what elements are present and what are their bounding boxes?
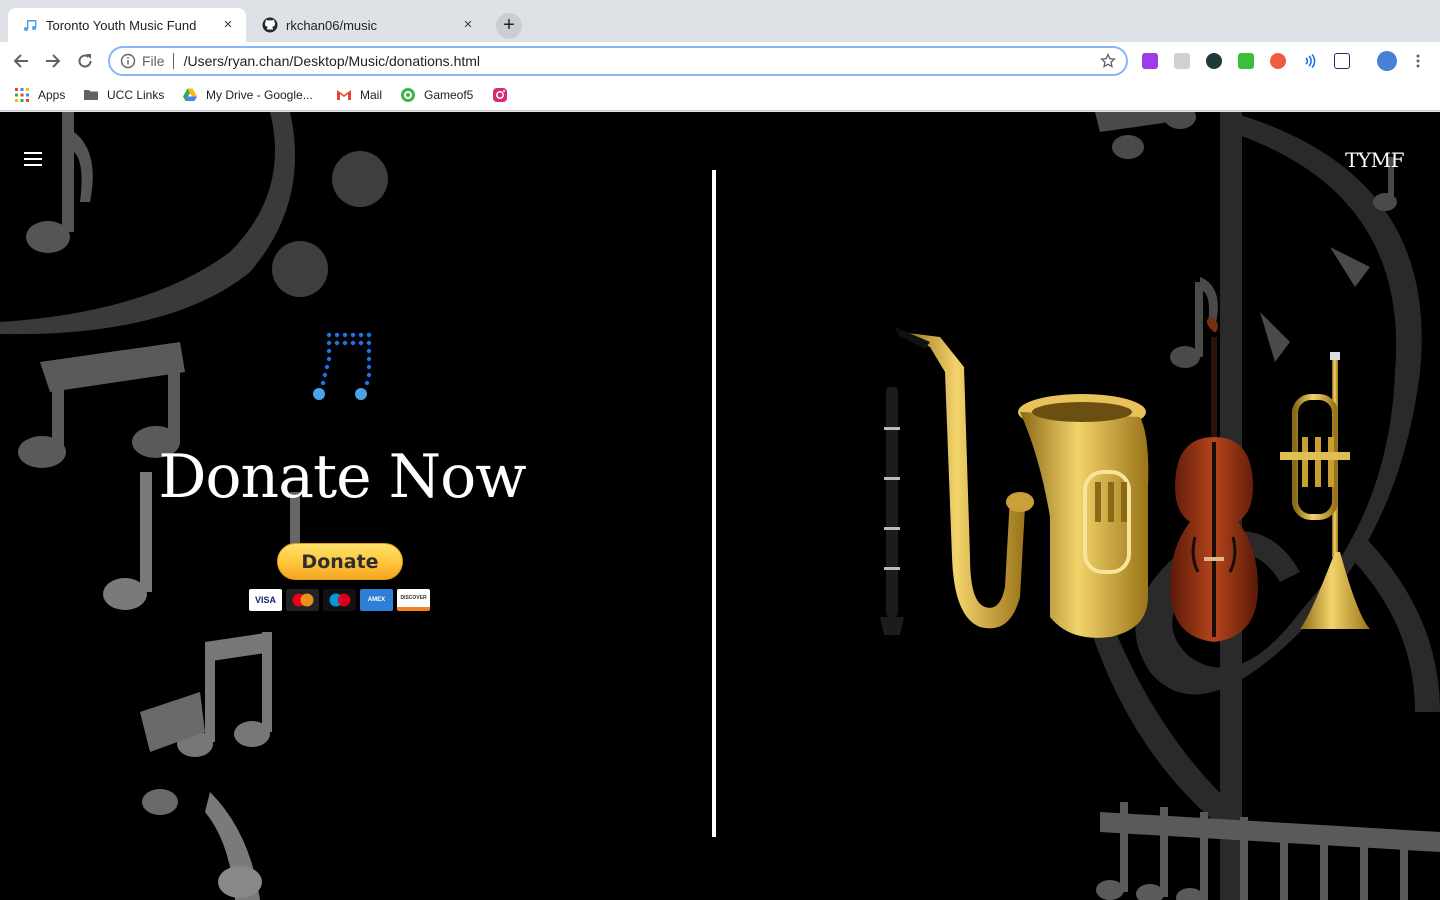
font-extension-icon[interactable] (1174, 53, 1190, 69)
url-text[interactable]: /Users/ryan.chan/Desktop/Music/donations… (184, 53, 1100, 69)
vertical-divider (712, 170, 716, 837)
brand-logo[interactable]: TYMF (1345, 148, 1404, 172)
address-bar[interactable]: File /Users/ryan.chan/Desktop/Music/dona… (108, 46, 1128, 76)
bookmark-ucc-links[interactable]: UCC Links (83, 86, 164, 104)
trumpet-icon (1280, 352, 1370, 629)
upload-extension-icon[interactable] (1334, 53, 1350, 69)
visa-card-icon: VISA (249, 589, 282, 611)
tuba-icon (1018, 394, 1149, 638)
instagram-icon (492, 87, 508, 103)
bookmark-gameof5[interactable]: Gameof5 (400, 86, 473, 104)
folder-icon (83, 87, 99, 103)
tab-strip: Toronto Youth Music Fund × rkchan06/musi… (0, 0, 1440, 42)
reload-icon[interactable] (74, 50, 96, 72)
close-tab-icon[interactable]: × (220, 17, 236, 33)
bookmarks-bar: Apps UCC Links My Drive - Google... Mail… (0, 80, 1440, 111)
url-scheme: File (142, 53, 165, 69)
close-tab-icon[interactable]: × (460, 17, 476, 33)
bookmark-label: My Drive - Google... (206, 88, 313, 102)
gmail-icon (336, 87, 352, 103)
tab-title: rkchan06/music (286, 17, 378, 33)
tab-title: Toronto Youth Music Fund (46, 17, 197, 33)
hamburger-menu-icon[interactable] (24, 152, 42, 166)
github-icon (262, 17, 278, 33)
google-drive-icon (182, 87, 198, 103)
game-extension-icon[interactable] (1238, 53, 1254, 69)
bookmark-label: UCC Links (107, 88, 165, 102)
page-content: TYMF Donate Now Donate VISA AMEX DISCOVE… (0, 112, 1440, 900)
bookmark-label: Gameof5 (424, 88, 474, 102)
tab-toronto-youth-music-fund[interactable]: Toronto Youth Music Fund × (8, 8, 246, 42)
read-aloud-extension-icon[interactable] (1302, 53, 1318, 69)
amex-card-icon: AMEX (360, 589, 393, 611)
tab-github-music[interactable]: rkchan06/music × (248, 8, 486, 42)
browser-chrome: Toronto Youth Music Fund × rkchan06/musi… (0, 0, 1440, 112)
scheme-separator (172, 53, 174, 69)
bookmark-my-drive[interactable]: My Drive - Google... (182, 86, 313, 104)
clarinet-icon (880, 387, 904, 635)
instruments-image (880, 317, 1370, 642)
info-icon[interactable] (120, 53, 136, 69)
bookmark-label: Apps (38, 88, 66, 102)
new-tab-button[interactable]: + (496, 13, 522, 39)
back-arrow-icon[interactable] (10, 50, 32, 72)
forward-arrow-icon[interactable] (42, 50, 64, 72)
saxophone-icon (895, 327, 1034, 629)
bookmark-mail[interactable]: Mail (336, 86, 382, 104)
violin-icon (1170, 317, 1258, 642)
maestro-card-icon (323, 589, 356, 611)
profile-avatar[interactable] (1377, 51, 1397, 71)
gameof5-icon (400, 87, 416, 103)
toolbar: File /Users/ryan.chan/Desktop/Music/dona… (0, 42, 1440, 80)
bookmark-apps[interactable]: Apps (14, 86, 65, 104)
puzzle-extension-icon[interactable] (1142, 53, 1158, 69)
music-note-favicon-icon (22, 17, 38, 33)
discover-card-icon: DISCOVER (397, 589, 430, 611)
payment-cards: VISA AMEX DISCOVER (249, 589, 430, 611)
music-note-logo-icon (313, 332, 372, 400)
apps-grid-icon (14, 87, 30, 103)
bookmark-instagram[interactable] (492, 86, 516, 104)
counter-extension-icon[interactable] (1206, 53, 1222, 69)
bookmark-star-icon[interactable] (1099, 52, 1117, 69)
mastercard-icon (286, 589, 319, 611)
donate-now-heading: Donate Now (158, 442, 526, 512)
more-menu-icon[interactable] (1410, 53, 1426, 69)
bookmark-label: Mail (360, 88, 383, 102)
paypal-donate-button[interactable]: Donate (277, 543, 403, 580)
record-extension-icon[interactable] (1270, 53, 1286, 69)
